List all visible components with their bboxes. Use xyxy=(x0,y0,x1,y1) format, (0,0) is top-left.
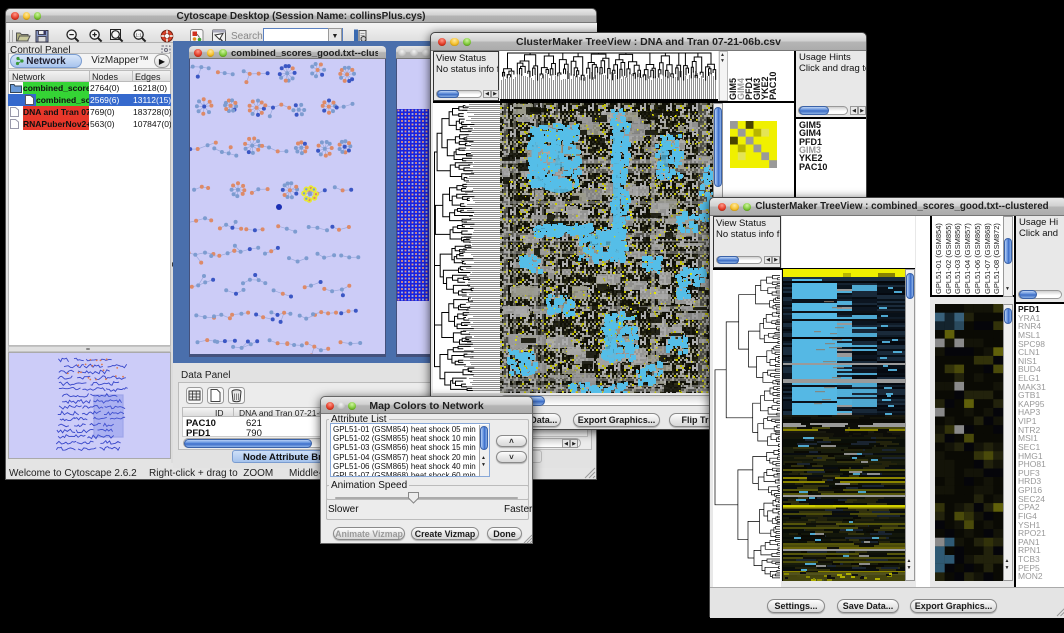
svg-text:1:1: 1:1 xyxy=(136,32,143,37)
